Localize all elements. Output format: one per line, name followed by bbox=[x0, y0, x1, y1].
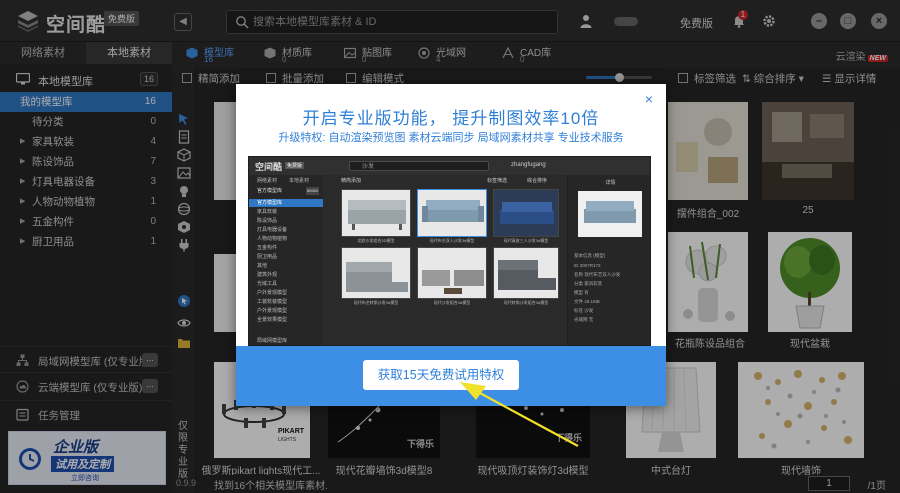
preview-tag-filter: 标签筛选 bbox=[487, 178, 508, 184]
preview-row: 工装软装模型 bbox=[257, 299, 288, 305]
preview-lan-row: 局域网模型库 bbox=[257, 338, 288, 344]
preview-search: 沙发 bbox=[349, 161, 489, 171]
modal-subtitle: 升级特权: 自动渲染预览图 素材云端同步 局域网素材共享 专业技术服务 bbox=[278, 132, 624, 144]
preview-search-text: 沙发 bbox=[362, 164, 375, 170]
preview-row: 其他 bbox=[257, 263, 268, 269]
preview-header-label: 官方模型库 bbox=[257, 188, 283, 194]
preview-detail-row: ID 3007R173 bbox=[574, 263, 601, 268]
preview-row: 人物动物植物 bbox=[257, 236, 288, 242]
preview-row: 陈设饰品 bbox=[257, 218, 278, 224]
pro-preview-screenshot: 空间酷 免费版 沙发 zhangfugang 网络素材 本地素材 官方模型库 80… bbox=[248, 156, 651, 346]
preview-detail-title: 详情 bbox=[605, 180, 616, 186]
preview-tab: 网络素材 bbox=[257, 178, 278, 184]
preview-row: 官方模型库 bbox=[249, 199, 323, 207]
preview-row: 户外景观模型 bbox=[257, 290, 288, 296]
preview-row: 全景效果模型 bbox=[257, 317, 288, 323]
preview-tab: 本地素材 bbox=[289, 178, 310, 184]
preview-row: 家具软装 bbox=[257, 209, 278, 215]
preview-username: zhangfugang bbox=[511, 162, 546, 168]
preview-thumb-caption: 北欧沙发组合3D模型 bbox=[357, 238, 395, 243]
preview-thumb-selected: 现代布艺双人沙发3d模型 bbox=[417, 189, 487, 243]
preview-thumb-caption: 现代布艺转角沙发3d模型 bbox=[353, 300, 399, 305]
preview-grid: 精简添加 标签筛选 综合排序 北欧沙发组合3D模型 现代布艺双人沙发3d模型 现… bbox=[337, 175, 563, 345]
app-window: 空间酷 免费版 ◀ 免费版 1 – □ × 网络素材 本 bbox=[0, 0, 900, 493]
sofa-thumbnail bbox=[584, 201, 636, 223]
preview-detail-row: 分类 家具软装 bbox=[574, 281, 603, 286]
modal-footer: 获取15天免费试用特权 bbox=[236, 346, 666, 406]
sofa-thumbnail bbox=[348, 200, 406, 230]
preview-row: 光域工具 bbox=[257, 281, 278, 287]
sofa-thumbnail bbox=[346, 262, 408, 292]
preview-row: 五金构件 bbox=[257, 245, 278, 251]
preview-detail-row: 名称 现代布艺双人沙发 bbox=[574, 272, 621, 277]
preview-edition: 免费版 bbox=[285, 162, 305, 169]
preview-row: 厨卫用品 bbox=[257, 254, 278, 260]
sofa-thumbnail bbox=[500, 202, 554, 224]
preview-thumb: 北欧沙发组合3D模型 bbox=[341, 189, 411, 243]
preview-header-count: 80984 bbox=[305, 187, 319, 195]
free-trial-button[interactable]: 获取15天免费试用特权 bbox=[363, 360, 519, 390]
preview-header: 官方模型库 80984 bbox=[249, 187, 323, 195]
preview-thumb-caption: 现代真皮三人沙发3d模型 bbox=[503, 238, 549, 243]
preview-thumb-caption: 现代转角沙发组合3d模型 bbox=[503, 300, 549, 305]
preview-detail-row: 基本信息 (模型) bbox=[574, 253, 606, 258]
preview-logo-text: 空间酷 bbox=[255, 162, 283, 172]
sofa-thumbnail bbox=[422, 200, 484, 222]
preview-detail-row: 模型 有 bbox=[574, 290, 589, 295]
preview-sidebar: 网络素材 本地素材 官方模型库 80984 官方模型库 家具软装 陈设饰品 灯具电… bbox=[249, 175, 323, 345]
preview-thumb-caption: 现代沙发组合3d模型 bbox=[433, 300, 471, 305]
preview-detail-row: 标签 沙发 bbox=[574, 308, 594, 313]
preview-toolstrip bbox=[323, 175, 337, 345]
preview-thumb: 现代沙发组合3d模型 bbox=[417, 247, 487, 305]
preview-thumb: 现代转角沙发组合3d模型 bbox=[493, 247, 559, 305]
preview-detail-image bbox=[578, 191, 642, 237]
preview-row: 灯具电器设备 bbox=[257, 227, 288, 233]
sofa-thumbnail bbox=[422, 270, 484, 294]
preview-detail-row: 光域网 无 bbox=[574, 317, 594, 322]
preview-row: 建筑外观 bbox=[257, 272, 278, 278]
preview-row: 户外景观模型 bbox=[257, 308, 288, 314]
upgrade-modal: × 开启专业版功能， 提升制图效率10倍 升级特权: 自动渲染预览图 素材云端同… bbox=[236, 84, 666, 406]
preview-fine-add: 精简添加 bbox=[341, 178, 362, 184]
modal-title: 开启专业版功能， 提升制图效率10倍 bbox=[302, 109, 600, 128]
sofa-thumbnail bbox=[498, 260, 556, 290]
preview-detail-row: 文件 48.1MB bbox=[574, 299, 600, 304]
preview-thumb-caption: 现代布艺双人沙发3d模型 bbox=[429, 238, 475, 243]
preview-sort: 综合排序 bbox=[527, 178, 548, 184]
preview-thumb: 现代布艺转角沙发3d模型 bbox=[341, 247, 411, 305]
preview-thumb: 现代真皮三人沙发3d模型 bbox=[493, 189, 559, 243]
preview-titlebar: 空间酷 免费版 沙发 zhangfugang bbox=[249, 157, 650, 175]
preview-detail-panel: 详情 基本信息 (模型) ID 3007R173 名称 现代布艺双人沙发 分类 … bbox=[567, 175, 650, 345]
